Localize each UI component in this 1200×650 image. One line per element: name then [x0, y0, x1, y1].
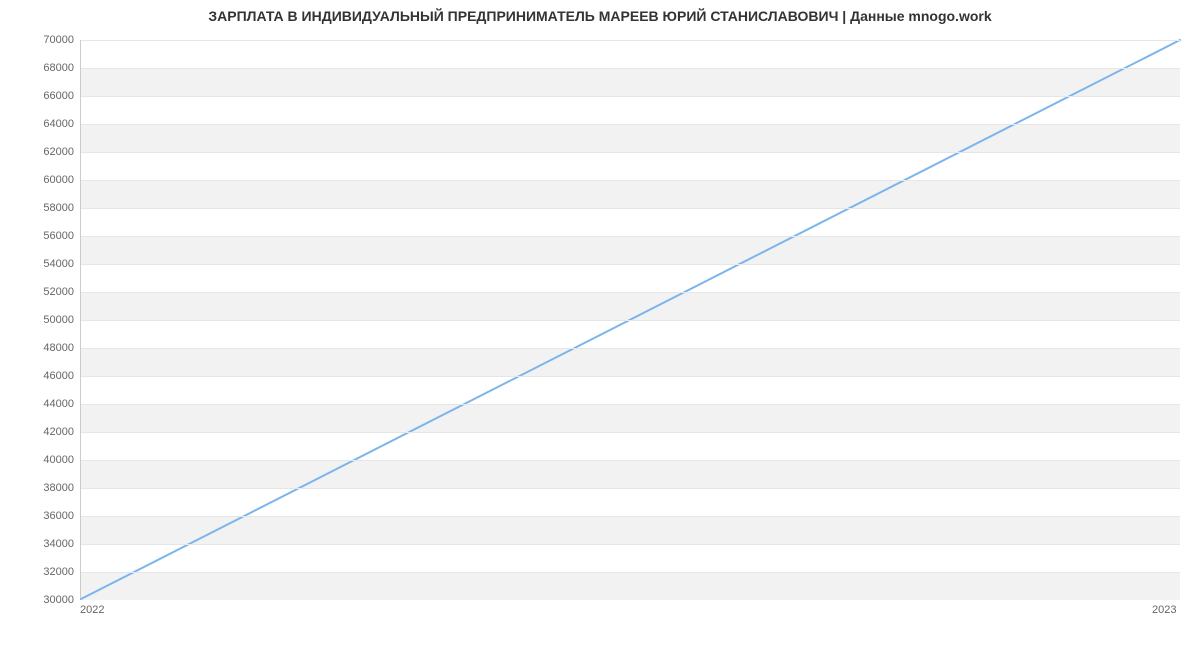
grid-line	[81, 292, 1180, 293]
grid-line	[81, 404, 1180, 405]
grid-line	[81, 124, 1180, 125]
y-tick-label: 70000	[4, 34, 74, 46]
salary-line-chart: ЗАРПЛАТА В ИНДИВИДУАЛЬНЫЙ ПРЕДПРИНИМАТЕЛ…	[0, 0, 1200, 650]
y-tick-label: 50000	[4, 314, 74, 326]
grid-line	[81, 68, 1180, 69]
y-tick-label: 52000	[4, 286, 74, 298]
grid-line	[81, 264, 1180, 265]
y-tick-label: 60000	[4, 174, 74, 186]
x-tick-label: 2022	[80, 604, 104, 616]
y-tick-label: 62000	[4, 146, 74, 158]
y-tick-label: 30000	[4, 594, 74, 606]
y-tick-label: 40000	[4, 454, 74, 466]
y-tick-label: 34000	[4, 538, 74, 550]
grid-line	[81, 180, 1180, 181]
y-tick-label: 42000	[4, 426, 74, 438]
y-tick-label: 46000	[4, 370, 74, 382]
y-tick-label: 38000	[4, 482, 74, 494]
grid-line	[81, 152, 1180, 153]
y-tick-label: 36000	[4, 510, 74, 522]
y-tick-label: 66000	[4, 90, 74, 102]
y-tick-label: 58000	[4, 202, 74, 214]
grid-line	[81, 236, 1180, 237]
grid-line	[81, 96, 1180, 97]
y-tick-label: 54000	[4, 258, 74, 270]
chart-title: ЗАРПЛАТА В ИНДИВИДУАЛЬНЫЙ ПРЕДПРИНИМАТЕЛ…	[0, 8, 1200, 24]
grid-line	[81, 40, 1180, 41]
y-tick-label: 48000	[4, 342, 74, 354]
grid-line	[81, 320, 1180, 321]
x-tick-label: 2023	[1152, 604, 1176, 616]
y-tick-label: 32000	[4, 566, 74, 578]
grid-line	[81, 348, 1180, 349]
grid-line	[81, 488, 1180, 489]
grid-line	[81, 572, 1180, 573]
plot-area	[80, 40, 1180, 600]
grid-line	[81, 432, 1180, 433]
y-tick-label: 44000	[4, 398, 74, 410]
grid-line	[81, 544, 1180, 545]
y-tick-label: 64000	[4, 118, 74, 130]
grid-line	[81, 208, 1180, 209]
grid-line	[81, 376, 1180, 377]
y-tick-label: 56000	[4, 230, 74, 242]
grid-line	[81, 460, 1180, 461]
grid-line	[81, 516, 1180, 517]
y-tick-label: 68000	[4, 62, 74, 74]
